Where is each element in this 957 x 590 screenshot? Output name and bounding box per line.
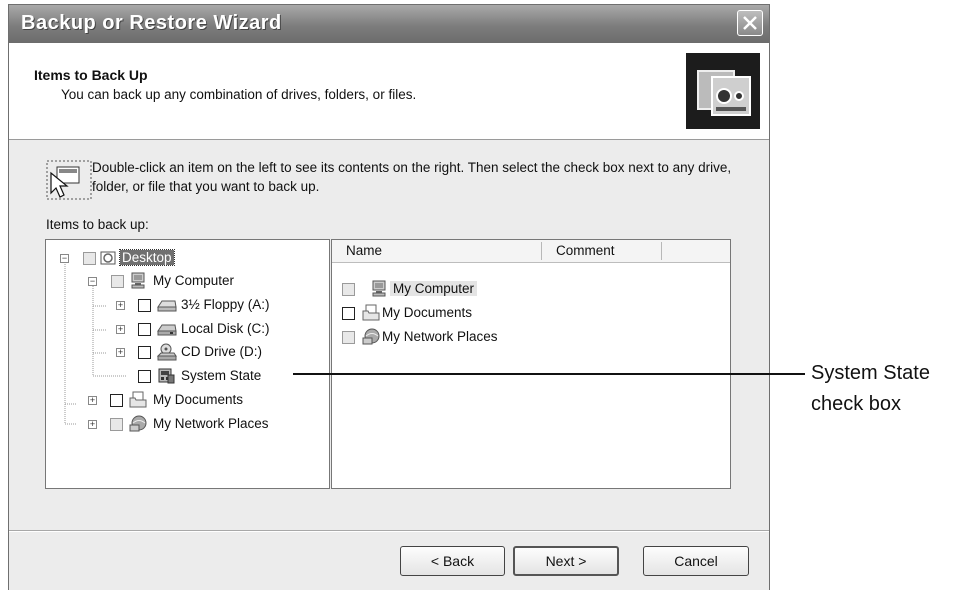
next-button[interactable]: Next > — [513, 546, 619, 576]
list-header: Name Comment — [332, 240, 730, 263]
expand-toggle[interactable]: + — [88, 420, 97, 429]
cd-drive-label: CD Drive (D:) — [181, 344, 262, 359]
list-item-my-network-places[interactable]: My Network Places — [332, 328, 727, 348]
list-my-documents-label: My Documents — [382, 305, 473, 320]
local-disk-label: Local Disk (C:) — [181, 321, 270, 336]
list-item-my-documents[interactable]: My Documents — [332, 304, 727, 324]
tree-item-my-network-places[interactable]: + My Network Places — [46, 415, 326, 435]
my-documents-checkbox[interactable] — [110, 394, 123, 407]
desktop-checkbox[interactable] — [83, 252, 96, 265]
network-places-icon — [362, 328, 380, 345]
expand-toggle[interactable]: + — [116, 348, 125, 357]
my-computer-label: My Computer — [153, 273, 235, 288]
column-header-comment[interactable]: Comment — [556, 243, 615, 258]
page-subtitle: You can back up any combination of drive… — [61, 87, 417, 102]
my-documents-label: My Documents — [153, 392, 244, 407]
column-header-name[interactable]: Name — [346, 243, 382, 258]
close-icon — [743, 16, 757, 30]
collapse-toggle[interactable]: − — [88, 277, 97, 286]
my-network-places-label: My Network Places — [153, 416, 269, 431]
callout-label: System State check box — [811, 358, 930, 420]
cd-drive-checkbox[interactable] — [138, 346, 151, 359]
wizard-window: Backup or Restore Wizard Items to Back U… — [8, 4, 770, 590]
documents-folder-icon — [362, 304, 380, 321]
list-my-network-places-label: My Network Places — [382, 329, 498, 344]
tree-label: Items to back up: — [46, 217, 149, 232]
floppy-checkbox[interactable] — [138, 299, 151, 312]
back-button[interactable]: < Back — [400, 546, 505, 576]
collapse-toggle[interactable]: − — [60, 254, 69, 263]
local-disk-checkbox[interactable] — [138, 323, 151, 336]
documents-folder-icon — [129, 391, 147, 408]
instruction-icon — [45, 159, 95, 208]
page-title: Items to Back Up — [34, 67, 148, 83]
desktop-label: Desktop — [119, 249, 175, 266]
system-state-label: System State — [181, 368, 262, 383]
expand-toggle[interactable]: + — [116, 301, 125, 310]
list-my-computer-checkbox[interactable] — [342, 283, 355, 296]
callout-line-2: check box — [811, 393, 902, 415]
my-network-places-checkbox[interactable] — [110, 418, 123, 431]
backup-wizard-icon — [686, 53, 760, 129]
system-state-icon — [157, 367, 175, 384]
tree-item-local-disk[interactable]: + Local Disk (C:) — [46, 320, 326, 340]
title-bar[interactable]: Backup or Restore Wizard — [9, 5, 769, 43]
instructions-text: Double-click an item on the left to see … — [92, 160, 732, 194]
system-state-checkbox[interactable] — [138, 370, 151, 383]
floppy-label: 3½ Floppy (A:) — [181, 297, 270, 312]
tree-item-my-documents[interactable]: + My Documents — [46, 391, 326, 411]
computer-icon — [370, 280, 388, 297]
footer-divider — [9, 530, 769, 532]
close-button[interactable] — [737, 10, 763, 36]
expand-toggle[interactable]: + — [88, 396, 97, 405]
tree-item-floppy[interactable]: + 3½ Floppy (A:) — [46, 296, 326, 316]
cd-drive-icon — [156, 343, 177, 361]
network-places-icon — [129, 415, 147, 432]
items-tree[interactable]: − Desktop − My Computer + 3½ Floppy (A:) — [45, 239, 330, 489]
items-list[interactable]: Name Comment My Computer My Documents My… — [331, 239, 731, 489]
callout-line-1: System State — [811, 362, 930, 384]
floppy-drive-icon — [157, 298, 177, 314]
expand-toggle[interactable]: + — [116, 325, 125, 334]
wizard-header: Items to Back Up You can back up any com… — [9, 43, 769, 140]
my-computer-checkbox[interactable] — [111, 275, 124, 288]
list-my-computer-label: My Computer — [390, 281, 478, 296]
list-item-my-computer[interactable]: My Computer — [332, 280, 727, 300]
cancel-button[interactable]: Cancel — [643, 546, 749, 576]
computer-icon — [129, 272, 147, 289]
list-my-documents-checkbox[interactable] — [342, 307, 355, 320]
callout-line — [293, 373, 805, 375]
window-title: Backup or Restore Wizard — [21, 12, 282, 34]
desktop-icon — [99, 250, 117, 266]
tree-item-system-state[interactable]: System State — [46, 367, 326, 387]
hard-disk-icon — [157, 322, 177, 338]
tree-item-my-computer[interactable]: − My Computer — [46, 272, 326, 292]
tree-item-desktop[interactable]: − Desktop — [46, 249, 326, 269]
tree-item-cd-drive[interactable]: + CD Drive (D:) — [46, 343, 326, 363]
list-my-network-places-checkbox[interactable] — [342, 331, 355, 344]
